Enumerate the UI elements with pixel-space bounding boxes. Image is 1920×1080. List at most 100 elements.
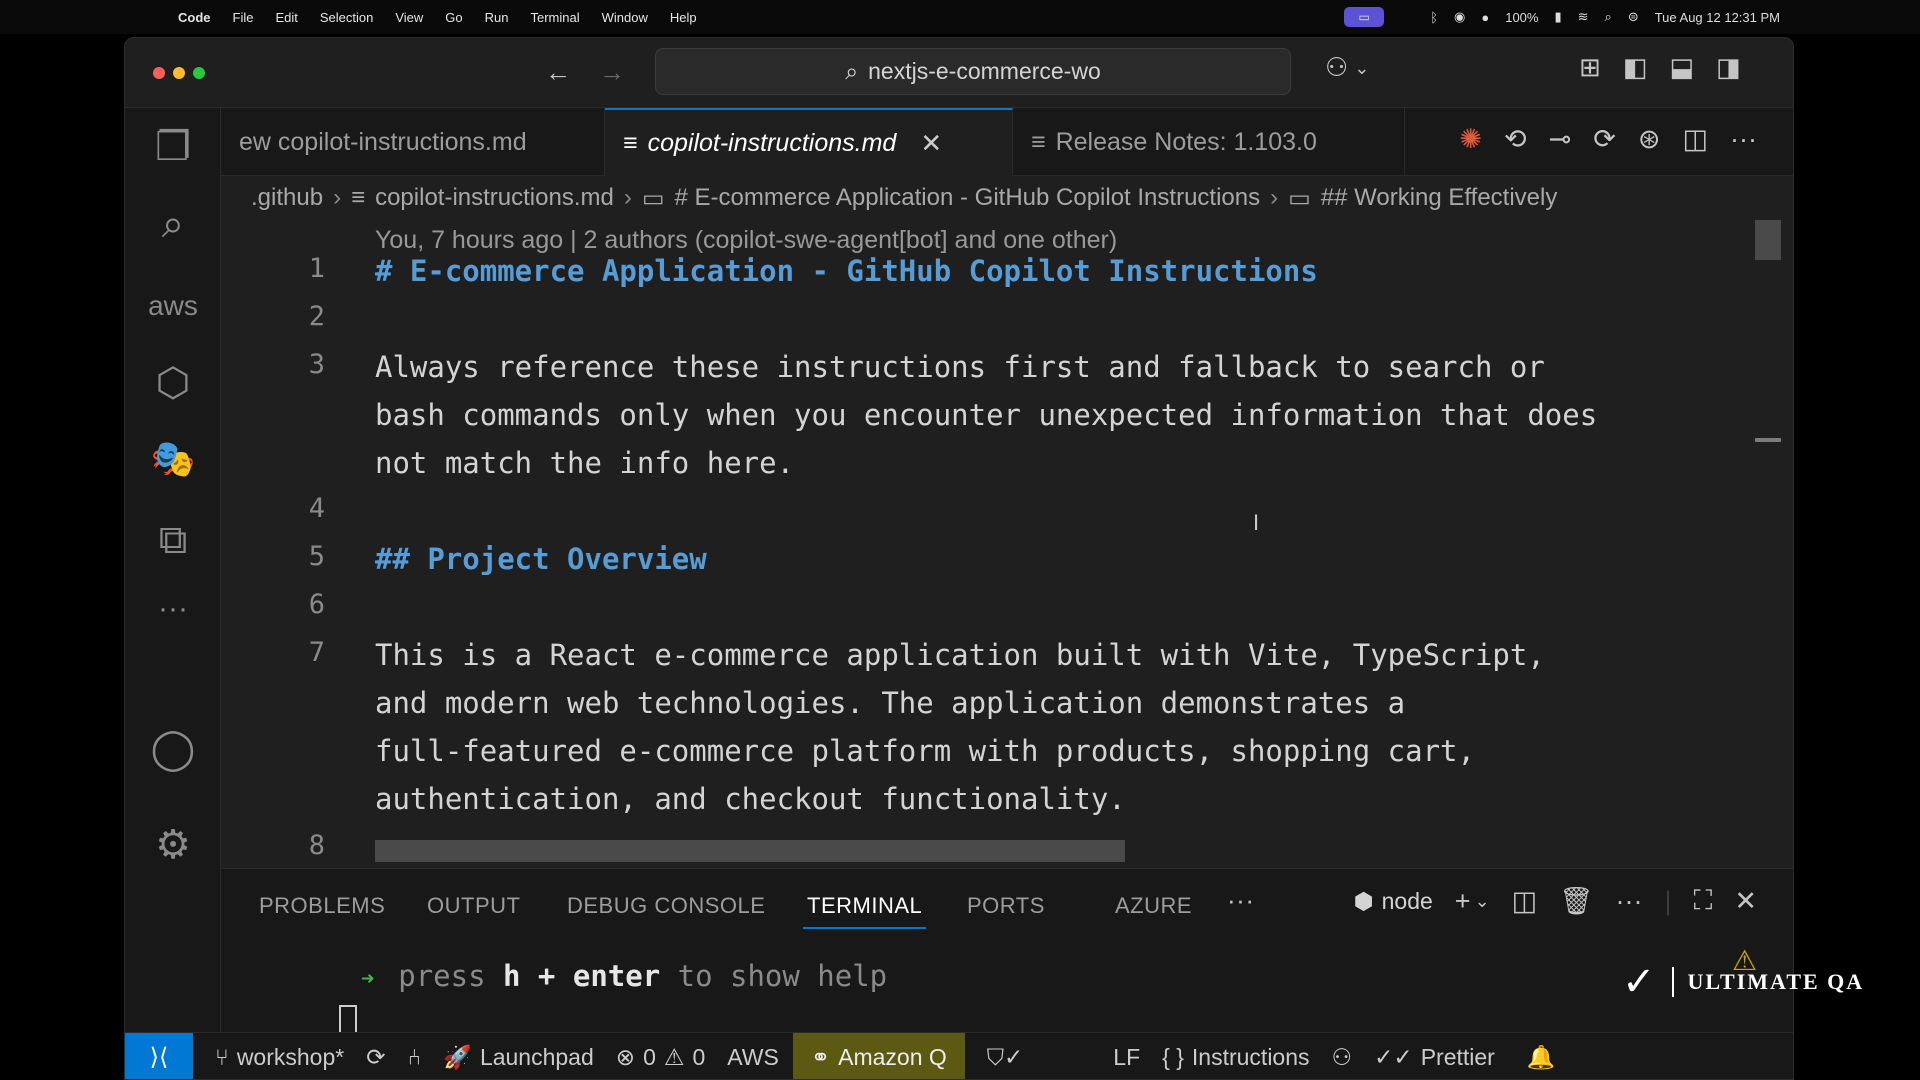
eol-status[interactable]: LF: [1113, 1044, 1140, 1071]
tab-terminal[interactable]: TERMINAL: [802, 893, 927, 929]
menu-help[interactable]: Help: [670, 10, 697, 25]
terminal-actions: ⬢ node + ⌄ ◫ 🗑 ··· | ⛶ ✕: [1354, 885, 1757, 917]
launchpad-status[interactable]: 🚀 Launchpad: [443, 1044, 593, 1071]
maximize-panel-icon[interactable]: ⛶: [1693, 885, 1712, 917]
gear-icon[interactable]: ⚙: [125, 822, 221, 868]
remote-explorer-icon[interactable]: ⧉: [125, 518, 221, 563]
copilot-menu[interactable]: ⚇ ⌄: [1325, 52, 1369, 83]
title-bar: ← → ⌕ nextjs-e-commerce-wo ⚇ ⌄ ⊞ ◧ ⬓ ◨: [125, 38, 1793, 108]
toggle-panel-icon[interactable]: ⬓: [1669, 52, 1694, 83]
sync-icon[interactable]: ⟳: [366, 1044, 385, 1071]
menu-terminal[interactable]: Terminal: [531, 10, 580, 25]
customize-layout-icon[interactable]: ⊞: [1579, 52, 1601, 83]
tab-debug-console[interactable]: DEBUG CONSOLE: [567, 893, 765, 919]
play-icon[interactable]: ◉: [1454, 9, 1465, 25]
tab-ports[interactable]: PORTS: [967, 893, 1045, 919]
breadcrumb-file[interactable]: copilot-instructions.md: [375, 184, 614, 212]
horizontal-scrollbar[interactable]: [375, 840, 1125, 862]
control-center-icon[interactable]: ⊜: [1628, 9, 1639, 25]
menu-app-name[interactable]: Code: [178, 10, 211, 25]
notifications-bell-icon[interactable]: 🔔: [1527, 1044, 1556, 1071]
tab-problems[interactable]: PROBLEMS: [259, 893, 385, 919]
more-views-icon[interactable]: ···: [125, 592, 221, 626]
more-actions-icon[interactable]: ···: [1730, 124, 1757, 155]
search-icon[interactable]: ⌕: [125, 202, 221, 247]
tab-release-notes[interactable]: ≡ Release Notes: 1.103.0: [1013, 108, 1405, 176]
toggle-primary-sidebar-icon[interactable]: ◧: [1623, 52, 1648, 83]
minimize-window-button[interactable]: [173, 67, 185, 79]
accounts-icon[interactable]: ◯: [125, 726, 221, 772]
menu-go[interactable]: Go: [445, 10, 462, 25]
chevron-down-icon[interactable]: ⌄: [1354, 58, 1369, 83]
terminal-text-2: h + enter: [503, 959, 661, 993]
close-window-button[interactable]: [153, 67, 165, 79]
user-icon[interactable]: ●: [1481, 10, 1489, 25]
git-next-change-icon[interactable]: ⟳: [1593, 124, 1616, 155]
battery-icon[interactable]: ▮: [1554, 9, 1561, 25]
more-tabs-icon[interactable]: ···: [1227, 885, 1254, 916]
trash-icon[interactable]: 🗑: [1559, 885, 1593, 917]
wifi-icon[interactable]: ≋: [1578, 9, 1589, 25]
aws-status[interactable]: AWS: [727, 1044, 779, 1071]
amazon-q-status[interactable]: ⚭ Amazon Q: [792, 1032, 965, 1079]
error-icon: ⊗: [615, 1043, 636, 1070]
shield-check-icon[interactable]: ⛉✓: [987, 1044, 1024, 1071]
markdown-file-icon: ≡: [623, 128, 638, 157]
remote-indicator-icon[interactable]: ⟩⟨: [125, 1032, 193, 1079]
git-previous-change-icon[interactable]: ⟲: [1504, 124, 1527, 155]
close-icon[interactable]: ✕: [920, 128, 942, 159]
tab-preview-copilot-instructions[interactable]: ew copilot-instructions.md: [221, 108, 605, 176]
prettier-status[interactable]: ✓✓ Prettier: [1374, 1044, 1495, 1071]
git-commit-icon[interactable]: ⊸: [1549, 124, 1572, 155]
close-icon[interactable]: ✕: [1734, 886, 1757, 917]
menu-window[interactable]: Window: [602, 10, 648, 25]
tab-copilot-instructions[interactable]: ≡ copilot-instructions.md ✕: [605, 108, 1013, 176]
menu-edit[interactable]: Edit: [275, 10, 297, 25]
tab-azure[interactable]: AZURE: [1115, 893, 1192, 919]
bluetooth-icon[interactable]: ᛒ: [1430, 10, 1438, 25]
forward-arrow-icon[interactable]: →: [599, 57, 625, 88]
more-actions-icon[interactable]: ···: [1615, 886, 1642, 917]
command-center-search[interactable]: ⌕ nextjs-e-commerce-wo: [655, 48, 1291, 95]
spotlight-search-icon[interactable]: ⌕: [1605, 9, 1612, 25]
menu-selection[interactable]: Selection: [320, 10, 373, 25]
tab-output[interactable]: OUTPUT: [427, 893, 520, 919]
breadcrumb-folder[interactable]: .github: [251, 184, 323, 212]
toggle-secondary-sidebar-icon[interactable]: ◨: [1716, 52, 1741, 83]
explorer-icon[interactable]: ❐: [125, 124, 221, 170]
copilot-icon[interactable]: ⚇: [1325, 52, 1348, 83]
git-branch-status[interactable]: ⑂ workshop*: [215, 1044, 344, 1071]
git-graph-icon[interactable]: ⊛: [1638, 124, 1661, 155]
new-terminal-icon[interactable]: +: [1455, 886, 1471, 917]
markdown-file-icon: ≡: [351, 184, 366, 211]
menu-run[interactable]: Run: [485, 10, 509, 25]
window-controls: [153, 67, 205, 79]
menu-file[interactable]: File: [233, 10, 254, 25]
terminal-shell-selector[interactable]: ⬢ node: [1354, 888, 1433, 915]
copilot-status-icon[interactable]: ⚇: [1332, 1044, 1353, 1071]
menu-view[interactable]: View: [395, 10, 423, 25]
command-center-label: nextjs-e-commerce-wo: [868, 58, 1101, 84]
screen-share-icon[interactable]: ▭: [1344, 7, 1385, 27]
vertical-scrollbar[interactable]: [1755, 220, 1781, 260]
menubar-clock[interactable]: Tue Aug 12 12:31 PM: [1655, 10, 1780, 25]
language-mode-status[interactable]: { } Instructions: [1162, 1044, 1309, 1071]
git-graph-status-icon[interactable]: ⑃: [407, 1044, 421, 1071]
back-arrow-icon[interactable]: ←: [545, 57, 571, 88]
aws-icon[interactable]: aws: [125, 290, 221, 322]
testing-icon[interactable]: 🎭: [125, 438, 221, 480]
zoom-window-button[interactable]: [193, 67, 205, 79]
code-line-7c: full-featured e-commerce platform with p…: [375, 734, 1475, 768]
editor-area[interactable]: You, 7 hours ago | 2 authors (copilot-sw…: [221, 220, 1793, 868]
menubar-status-area: ▭ ᛒ ◉ ● 100% ▮ ≋ ⌕ ⊜ Tue Aug 12 12:31 PM: [1344, 0, 1920, 34]
breadcrumb-heading-2[interactable]: ## Working Effectively: [1321, 184, 1558, 212]
terminal-text-1: press: [398, 959, 504, 993]
amazon-q-icon[interactable]: ⬡: [125, 360, 221, 406]
chevron-down-icon[interactable]: ⌄: [1475, 891, 1490, 912]
breadcrumb-heading-1[interactable]: # E-commerce Application - GitHub Copilo…: [675, 184, 1261, 212]
terminal-text-3: to show help: [660, 959, 888, 993]
split-editor-icon[interactable]: ◫: [1683, 124, 1709, 155]
problems-status[interactable]: ⊗ 0 ⚠ 0: [616, 1044, 706, 1071]
split-terminal-icon[interactable]: ◫: [1512, 886, 1538, 917]
claude-spark-icon[interactable]: ✺: [1459, 124, 1482, 155]
